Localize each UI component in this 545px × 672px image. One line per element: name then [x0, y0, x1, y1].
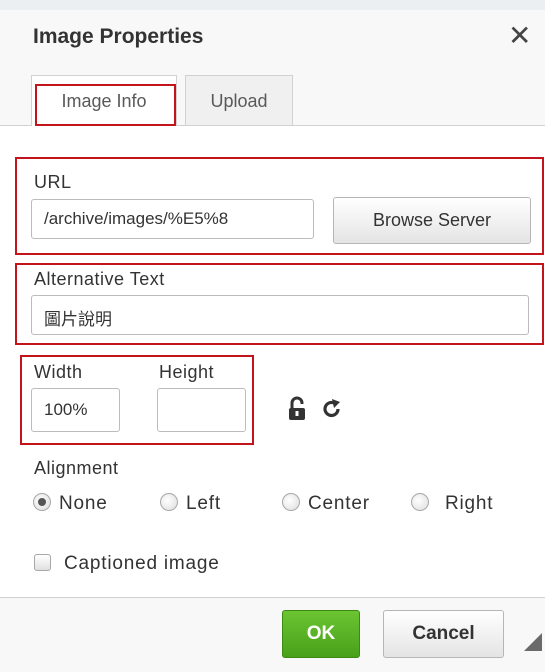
highlight-tab-image-info	[35, 84, 176, 126]
lock-open-icon[interactable]	[287, 396, 307, 427]
tab-upload[interactable]: Upload	[185, 75, 293, 125]
alignment-center-radio[interactable]	[282, 493, 300, 511]
cancel-button[interactable]: Cancel	[383, 610, 504, 658]
alignment-right-radio[interactable]	[411, 493, 429, 511]
dialog-title: Image Properties	[33, 25, 204, 48]
background-strip	[0, 0, 545, 10]
highlight-alt-text-section	[15, 263, 544, 345]
ok-button[interactable]: OK	[282, 610, 360, 658]
captioned-image-checkbox[interactable]	[34, 554, 51, 571]
alignment-label: Alignment	[34, 458, 119, 478]
reset-size-icon[interactable]	[321, 398, 343, 425]
dialog-titlebar[interactable]: Image Properties ✕	[0, 10, 545, 65]
alignment-left-label[interactable]: Left	[186, 493, 221, 515]
alignment-right-label[interactable]: Right	[445, 493, 493, 515]
alignment-left-radio[interactable]	[160, 493, 178, 511]
highlight-url-section	[15, 157, 544, 255]
image-properties-dialog: Image Properties ✕ Image Info Upload URL…	[0, 0, 545, 672]
alignment-none-radio[interactable]	[33, 493, 51, 511]
captioned-image-label[interactable]: Captioned image	[64, 553, 220, 575]
alignment-center-label[interactable]: Center	[308, 493, 370, 515]
alignment-none-label[interactable]: None	[59, 493, 108, 515]
resize-grip-icon[interactable]	[524, 633, 542, 656]
tab-upload-label: Upload	[210, 91, 268, 111]
close-icon[interactable]: ✕	[508, 22, 531, 50]
highlight-size-section	[20, 355, 254, 445]
